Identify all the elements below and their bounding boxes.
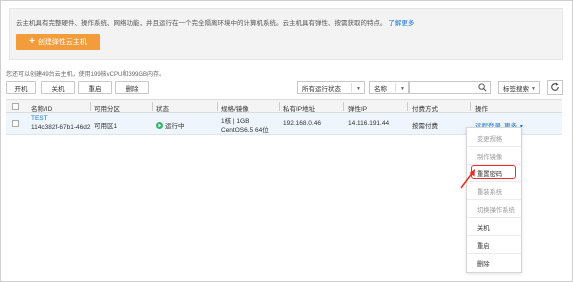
quota-text: 您还可以创建49台云主机，使用199核vCPU和399GB内存。 xyxy=(6,72,166,78)
learn-more-link[interactable]: 了解更多 xyxy=(388,20,414,27)
instance-id: 114c382f-67b1-46d2 xyxy=(31,124,91,131)
instance-billing: 按需付费 xyxy=(412,123,438,130)
header-private-ip: 私有IP地址 xyxy=(283,106,316,113)
power-on-button[interactable]: 开机 xyxy=(6,81,36,94)
status-filter-select[interactable]: 所有运行状态 ▼ xyxy=(297,81,365,94)
name-filter-select[interactable]: 名称 ▼ xyxy=(369,81,409,94)
menu-item-restart[interactable]: 重启 xyxy=(467,237,521,254)
instance-image: CentOS6.5 64位 xyxy=(221,127,269,134)
search-icon[interactable] xyxy=(478,83,487,94)
instance-name-link[interactable]: TEST xyxy=(31,115,48,122)
refresh-button[interactable] xyxy=(547,80,563,95)
menu-item-create-image[interactable]: 制作镜像 xyxy=(467,148,521,165)
tag-search-label: 标签搜索 xyxy=(503,85,529,93)
create-ecs-label: 创建弹性云主机 xyxy=(37,39,87,46)
menu-item-power-off[interactable]: 关机 xyxy=(467,219,521,236)
intro-panel: 云主机具有完整硬件、操作系统、网络功能，并且运行在一个完全隔离环境中的计算机系统… xyxy=(9,8,563,60)
tag-search-select[interactable]: 标签搜索 ▼ xyxy=(498,81,540,94)
menu-item-delete[interactable]: 删除 xyxy=(467,255,521,272)
more-actions-menu: 变更规格 制作镜像 重置密码 重装系统 切换操作系统 关机 重启 删除 xyxy=(466,127,522,273)
header-spec-image: 规格/镜像 xyxy=(221,106,249,113)
header-name-id: 名称/ID xyxy=(31,106,53,113)
chevron-down-icon: ▼ xyxy=(400,86,405,92)
refresh-icon xyxy=(550,82,560,94)
power-off-button[interactable]: 关机 xyxy=(41,81,75,94)
intro-description: 云主机具有完整硬件、操作系统、网络功能，并且运行在一个完全隔离环境中的计算机系统… xyxy=(16,17,414,27)
header-billing: 付费方式 xyxy=(412,106,438,113)
row-checkbox[interactable] xyxy=(12,120,19,127)
plus-icon: + xyxy=(29,36,35,47)
header-zone: 可用分区 xyxy=(94,106,120,113)
menu-item-change-spec[interactable]: 变更规格 xyxy=(467,130,521,147)
instance-private-ip: 192.168.0.46 xyxy=(283,120,321,127)
header-status: 状态 xyxy=(156,106,169,113)
header-actions: 操作 xyxy=(475,106,488,113)
search-input[interactable] xyxy=(409,81,491,94)
instance-zone: 可用区1 xyxy=(94,123,118,130)
table-header: 名称/ID 可用分区 状态 规格/镜像 私有IP地址 弹性IP 付费方式 操作 xyxy=(6,99,562,113)
intro-text: 云主机具有完整硬件、操作系统、网络功能，并且运行在一个完全隔离环境中的计算机系统… xyxy=(16,20,387,27)
status-filter-value: 所有运行状态 xyxy=(302,85,341,93)
name-filter-value: 名称 xyxy=(374,85,387,93)
instance-eip: 14.116.191.44 xyxy=(348,120,390,127)
restart-button[interactable]: 重启 xyxy=(78,81,112,94)
menu-item-switch-os[interactable]: 切换操作系统 xyxy=(467,201,521,218)
create-ecs-button[interactable]: + 创建弹性云主机 xyxy=(16,34,100,50)
status-label: 运行中 xyxy=(165,123,185,130)
delete-button[interactable]: 删除 xyxy=(115,81,149,94)
chevron-down-icon: ▼ xyxy=(356,86,361,92)
annotation-arrow-icon xyxy=(460,169,475,189)
header-eip: 弹性IP xyxy=(348,106,368,113)
select-all-checkbox[interactable] xyxy=(12,103,19,110)
running-status-icon xyxy=(156,122,163,129)
instance-status: 运行中 xyxy=(156,120,185,130)
chevron-down-icon: ▼ xyxy=(531,86,536,92)
